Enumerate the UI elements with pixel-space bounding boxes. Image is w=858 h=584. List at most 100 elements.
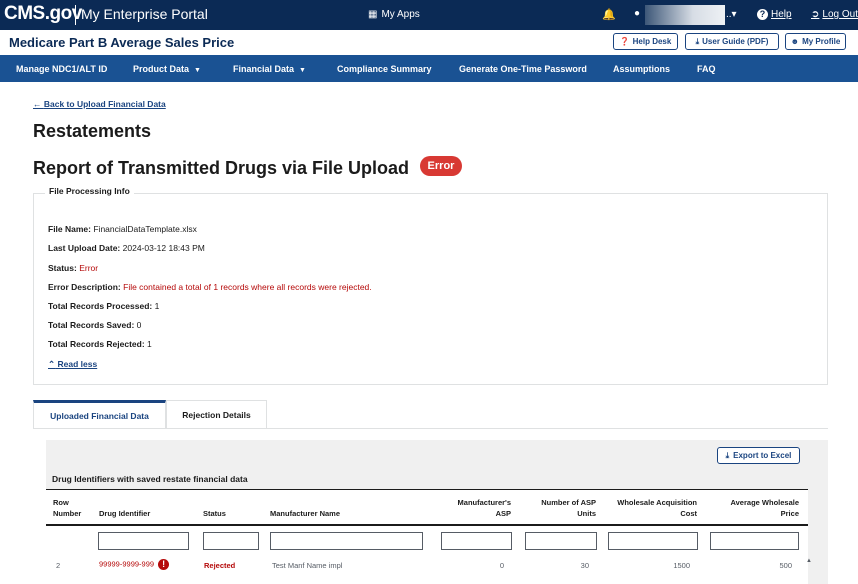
filter-status[interactable] [203,532,259,550]
col-header-manufacturer-name[interactable]: Manufacturer Name [270,508,340,519]
header-line: Units [577,509,596,518]
info-label: Status: [48,263,77,273]
page-title: Restatements [33,121,152,141]
back-link[interactable]: ← Back to Upload Financial Data [33,99,166,109]
nav-faq[interactable]: FAQ [697,64,716,74]
cell-drug-identifier[interactable]: 99999-9999-999! [99,559,170,570]
filter-asp-units[interactable] [525,532,597,550]
info-label: Last Upload Date: [48,243,121,253]
records-saved-row: Total Records Saved: 0 [48,320,141,330]
info-value: FinancialDataTemplate.xlsx [93,224,197,234]
my-profile-label: My Profile [802,37,841,46]
chevron-down-icon: ▼ [299,67,306,74]
download-icon: ⤓ [695,36,700,46]
col-header-status[interactable]: Status [203,508,226,519]
table-top-rule [46,489,808,490]
nav-product-data-label: Product Data [133,64,190,74]
filter-wac[interactable] [608,532,698,550]
info-value: File contained a total of 1 records wher… [123,282,372,292]
sign-out-icon: ➲ [811,9,820,20]
col-header-manufacturer-asp[interactable]: Manufacturer's ASP [440,497,511,519]
cell-asp-units: 30 [580,561,589,570]
status-row: Status: Error [48,263,98,273]
logo-divider [75,5,76,25]
error-description-row: Error Description: File contained a tota… [48,282,372,292]
chevron-up-icon: ⌃ [48,359,56,369]
nav-generate-otp[interactable]: Generate One-Time Password [459,64,587,74]
help-desk-label: Help Desk [632,37,672,46]
header-line: Number [53,509,82,518]
scroll-up-arrow[interactable]: ▲ [806,558,812,564]
portal-name[interactable]: My Enterprise Portal [81,6,208,22]
report-title: Report of Transmitted Drugs via File Upl… [33,158,410,178]
help-desk-button[interactable]: ❓ Help Desk [613,33,678,50]
cms-logo[interactable]: CMS.gov [4,3,82,25]
download-icon: ⤓ [725,450,730,460]
info-value: Error [79,263,99,273]
header-line: Average Wholesale [730,498,800,507]
drug-identifier-link: 99999-9999-999 [99,559,155,569]
export-label: Export to Excel [733,451,792,460]
file-info-legend: File Processing Info [45,186,134,196]
nav-compliance-summary[interactable]: Compliance Summary [337,64,432,74]
user-menu-chevron[interactable]: ..▾ [726,9,737,20]
header-line: ASP [495,509,511,518]
col-header-wac[interactable]: Wholesale Acquisition Cost [608,497,697,519]
exclamation-circle-icon[interactable]: ! [158,559,170,570]
info-value: 2024-03-12 18:43 PM [122,243,205,253]
bell-icon[interactable]: 🔔 [602,8,616,21]
app-title: Medicare Part B Average Sales Price [9,35,235,50]
arrow-left-icon: ← [33,99,42,109]
cell-manufacturer-name: Test Manf Name impl [272,561,343,570]
header-line: Row [53,498,69,507]
info-value: 1 [154,301,160,311]
table-header-rule [46,524,808,526]
header-line: Wholesale Acquisition [617,498,697,507]
user-guide-label: User Guide (PDF) [702,37,769,46]
my-profile-button[interactable]: ☻ My Profile [785,33,846,50]
user-guide-button[interactable]: ⤓ User Guide (PDF) [685,33,779,50]
info-value: 1 [147,339,152,349]
cell-manufacturer-asp: 0 [499,561,504,570]
nav-manage-ndc[interactable]: Manage NDC1/ALT ID [16,64,107,74]
cell-status: Rejected [204,561,236,570]
filter-manufacturer-asp[interactable] [441,532,512,550]
records-processed-row: Total Records Processed: 1 [48,301,159,311]
info-label: File Name: [48,224,91,234]
read-less-label: Read less [57,359,98,369]
file-name-row: File Name: FinancialDataTemplate.xlsx [48,224,197,234]
nav-product-data[interactable]: Product Data ▼ [133,64,201,74]
read-less-link[interactable]: ⌃ Read less [48,359,97,370]
info-label: Total Records Saved: [48,320,135,330]
tab-uploaded-financial-data[interactable]: Uploaded Financial Data [33,400,166,428]
top-bar: CMS.gov My Enterprise Portal ▦ My Apps 🔔… [0,0,858,30]
info-label: Error Description: [48,282,121,292]
cell-wac: 1500 [673,561,690,570]
tab-rejection-details[interactable]: Rejection Details [166,400,267,428]
filter-manufacturer-name[interactable] [270,532,423,550]
filter-awp[interactable] [710,532,799,550]
help-link[interactable]: ? Help [757,9,792,20]
table-caption: Drug Identifiers with saved restate fina… [52,474,248,484]
nav-assumptions[interactable]: Assumptions [613,64,670,74]
info-value: 0 [136,320,142,330]
export-to-excel-button[interactable]: ⤓ Export to Excel [717,447,800,464]
question-circle-icon: ❓ [619,37,630,46]
logout-label: Log Out [822,9,858,20]
nav-financial-data[interactable]: Financial Data ▼ [233,64,306,74]
col-header-drug-identifier[interactable]: Drug Identifier [99,508,150,519]
user-icon: ● [634,8,641,19]
cell-awp: 500 [779,561,792,570]
my-apps-button[interactable]: ▦ My Apps [368,9,420,20]
col-header-awp[interactable]: Average Wholesale Price [710,497,800,519]
question-circle-icon: ? [757,9,768,20]
col-header-row-number[interactable]: Row Number [53,497,81,519]
col-header-asp-units[interactable]: Number of ASP Units [525,497,596,519]
user-name-redacted[interactable] [645,5,725,25]
logout-link[interactable]: ➲ Log Out [811,9,858,20]
records-rejected-row: Total Records Rejected: 1 [48,339,152,349]
filter-drug-identifier[interactable] [98,532,189,550]
nav-financial-data-label: Financial Data [233,64,295,74]
header-line: Price [780,509,799,518]
info-label: Total Records Rejected: [48,339,145,349]
